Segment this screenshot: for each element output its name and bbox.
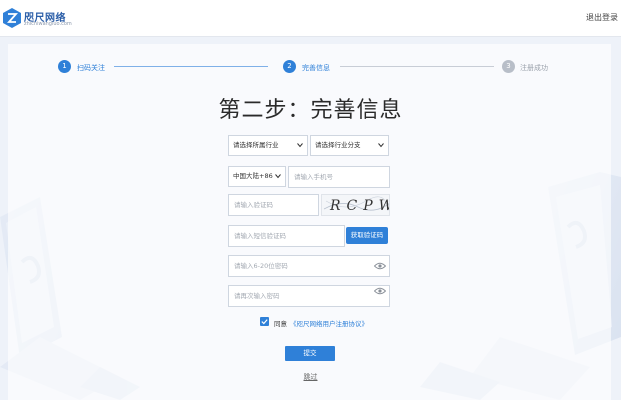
confirm-password-input[interactable]: 请再次输入密码 <box>228 285 390 307</box>
step-line-1 <box>114 66 268 67</box>
confirm-password-placeholder: 请再次输入密码 <box>234 292 280 300</box>
step-3-circle: 3 <box>502 60 515 73</box>
region-code-value: 中国大陆+86 <box>233 172 273 180</box>
industry-select[interactable]: 请选择所属行业 <box>228 135 308 156</box>
step-2-label: 完善信息 <box>302 64 330 72</box>
chevron-down-icon <box>297 143 303 148</box>
chevron-down-icon <box>378 143 384 148</box>
phone-input[interactable]: 请输入手机号 <box>288 166 390 188</box>
check-icon <box>261 319 268 325</box>
agree-label: 同意 <box>274 320 287 328</box>
eye-icon[interactable] <box>374 287 386 295</box>
agreement-link[interactable]: 《咫尺网络用户注册协议》 <box>290 318 368 328</box>
step-1-label: 扫码关注 <box>77 64 105 72</box>
logo-domain: zhichiwangluo.com <box>24 21 72 27</box>
password-placeholder: 请输入6-20位密码 <box>234 262 288 270</box>
submit-button[interactable]: 提交 <box>285 346 335 361</box>
captcha-text: RCPW <box>330 198 389 214</box>
eye-icon[interactable] <box>374 262 386 270</box>
top-header: 咫尺网络 zhichiwangluo.com 退出登录 <box>0 0 621 37</box>
step-3-label: 注册成功 <box>520 64 548 72</box>
agree-checkbox[interactable] <box>260 317 269 326</box>
chevron-down-icon <box>275 174 281 179</box>
captcha-input[interactable]: 请输入验证码 <box>228 194 319 216</box>
region-code-select[interactable]: 中国大陆+86 <box>228 166 286 187</box>
password-input[interactable]: 请输入6-20位密码 <box>228 255 390 277</box>
logo-icon <box>3 8 21 28</box>
get-code-button[interactable]: 获取验证码 <box>346 227 388 244</box>
captcha-placeholder: 请输入验证码 <box>234 201 273 209</box>
sms-code-placeholder: 请输入短信验证码 <box>234 232 286 240</box>
industry-branch-select-value: 请选择行业分支 <box>315 141 361 149</box>
industry-branch-select[interactable]: 请选择行业分支 <box>310 135 389 156</box>
industry-select-value: 请选择所属行业 <box>233 141 279 149</box>
sms-code-input[interactable]: 请输入短信验证码 <box>228 225 345 247</box>
logout-link[interactable]: 退出登录 <box>586 12 618 23</box>
phone-placeholder: 请输入手机号 <box>294 173 333 181</box>
skip-link[interactable]: 跳过 <box>0 372 621 382</box>
step-1-circle: 1 <box>58 60 71 73</box>
step-2-circle: 2 <box>283 60 296 73</box>
captcha-image[interactable]: RCPW <box>321 194 390 216</box>
step-line-2 <box>340 66 494 67</box>
page-title: 第二步：完善信息 <box>218 98 403 123</box>
